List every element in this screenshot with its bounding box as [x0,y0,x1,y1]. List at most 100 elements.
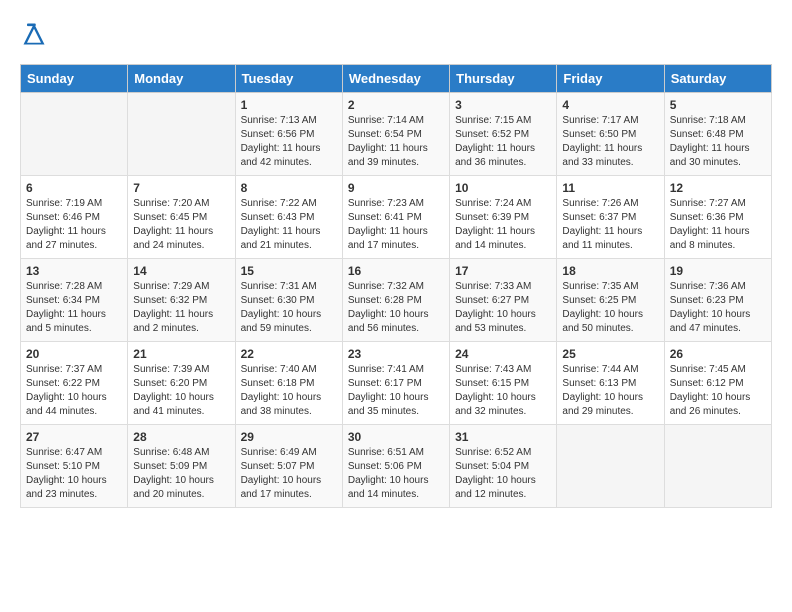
logo [20,20,52,48]
day-number: 25 [562,347,658,361]
calendar-cell: 4Sunrise: 7:17 AM Sunset: 6:50 PM Daylig… [557,93,664,176]
day-info: Sunrise: 7:32 AM Sunset: 6:28 PM Dayligh… [348,280,444,336]
calendar-cell: 11 Sunrise: 7:26 AM Sunset: 6:37 PM Dayli… [557,176,664,259]
day-number: 13 [26,264,122,278]
calendar-cell: 30Sunrise: 6:51 AM Sunset: 5:06 PM Dayli… [342,425,449,508]
calendar-cell: 13 Sunrise: 7:28 AM Sunset: 6:34 PM Dayli… [21,259,128,342]
day-number: 1 [241,98,337,112]
calendar-cell [21,93,128,176]
calendar-cell: 25 Sunrise: 7:44 AM Sunset: 6:13 PM Dayli… [557,342,664,425]
calendar-cell: 6 Sunrise: 7:19 AM Sunset: 6:46 PM Daylig… [21,176,128,259]
day-number: 3 [455,98,551,112]
day-number: 4 [562,98,658,112]
weekday-header: Sunday [21,65,128,93]
day-info: Sunrise: 7:23 AM Sunset: 6:41 PM Dayligh… [348,197,444,253]
day-info: Sunrise: 7:14 AM Sunset: 6:54 PM Dayligh… [348,114,444,170]
day-info: Sunrise: 7:26 AM Sunset: 6:37 PM Dayligh… [562,197,658,253]
weekday-header: Monday [128,65,235,93]
day-info: Sunrise: 7:28 AM Sunset: 6:34 PM Dayligh… [26,280,122,336]
day-info: Sunrise: 7:44 AM Sunset: 6:13 PM Dayligh… [562,363,658,419]
day-number: 23 [348,347,444,361]
day-info: Sunrise: 7:15 AM Sunset: 6:52 PM Dayligh… [455,114,551,170]
day-info: Sunrise: 7:37 AM Sunset: 6:22 PM Dayligh… [26,363,122,419]
day-info: Sunrise: 7:41 AM Sunset: 6:17 PM Dayligh… [348,363,444,419]
calendar-cell: 31 Sunrise: 6:52 AM Sunset: 5:04 PM Dayli… [450,425,557,508]
day-info: Sunrise: 7:20 AM Sunset: 6:45 PM Dayligh… [133,197,229,253]
calendar-cell: 28 Sunrise: 6:48 AM Sunset: 5:09 PM Dayli… [128,425,235,508]
day-info: Sunrise: 7:24 AM Sunset: 6:39 PM Dayligh… [455,197,551,253]
calendar-cell: 5 Sunrise: 7:18 AM Sunset: 6:48 PM Daylig… [664,93,771,176]
calendar-cell: 23 Sunrise: 7:41 AM Sunset: 6:17 PM Dayli… [342,342,449,425]
day-number: 17 [455,264,551,278]
calendar-table: SundayMondayTuesdayWednesdayThursdayFrid… [20,64,772,508]
day-info: Sunrise: 7:33 AM Sunset: 6:27 PM Dayligh… [455,280,551,336]
calendar-cell [557,425,664,508]
calendar-cell: 19 Sunrise: 7:36 AM Sunset: 6:23 PM Dayli… [664,259,771,342]
day-info: Sunrise: 7:45 AM Sunset: 6:12 PM Dayligh… [670,363,766,419]
day-number: 7 [133,181,229,195]
day-info: Sunrise: 7:43 AM Sunset: 6:15 PM Dayligh… [455,363,551,419]
day-info: Sunrise: 7:39 AM Sunset: 6:20 PM Dayligh… [133,363,229,419]
logo-icon [20,20,48,48]
calendar-week-row: 6 Sunrise: 7:19 AM Sunset: 6:46 PM Daylig… [21,176,772,259]
calendar-cell: 15 Sunrise: 7:31 AM Sunset: 6:30 PM Dayli… [235,259,342,342]
calendar-cell: 22Sunrise: 7:40 AM Sunset: 6:18 PM Dayli… [235,342,342,425]
day-info: Sunrise: 7:31 AM Sunset: 6:30 PM Dayligh… [241,280,337,336]
calendar-cell [128,93,235,176]
day-number: 27 [26,430,122,444]
weekday-header: Friday [557,65,664,93]
calendar-cell: 16 Sunrise: 7:32 AM Sunset: 6:28 PM Dayli… [342,259,449,342]
day-number: 19 [670,264,766,278]
day-number: 15 [241,264,337,278]
day-info: Sunrise: 7:22 AM Sunset: 6:43 PM Dayligh… [241,197,337,253]
calendar-cell: 26 Sunrise: 7:45 AM Sunset: 6:12 PM Dayli… [664,342,771,425]
day-info: Sunrise: 6:49 AM Sunset: 5:07 PM Dayligh… [241,446,337,502]
day-number: 29 [241,430,337,444]
day-number: 28 [133,430,229,444]
day-number: 20 [26,347,122,361]
calendar-cell: 2 Sunrise: 7:14 AM Sunset: 6:54 PM Daylig… [342,93,449,176]
calendar-cell: 17 Sunrise: 7:33 AM Sunset: 6:27 PM Dayli… [450,259,557,342]
weekday-header: Saturday [664,65,771,93]
day-number: 16 [348,264,444,278]
day-info: Sunrise: 7:27 AM Sunset: 6:36 PM Dayligh… [670,197,766,253]
calendar-cell: 3 Sunrise: 7:15 AM Sunset: 6:52 PM Daylig… [450,93,557,176]
day-info: Sunrise: 6:47 AM Sunset: 5:10 PM Dayligh… [26,446,122,502]
calendar-cell: 24 Sunrise: 7:43 AM Sunset: 6:15 PM Dayli… [450,342,557,425]
day-number: 31 [455,430,551,444]
day-info: Sunrise: 7:36 AM Sunset: 6:23 PM Dayligh… [670,280,766,336]
day-info: Sunrise: 7:40 AM Sunset: 6:18 PM Dayligh… [241,363,337,419]
day-number: 24 [455,347,551,361]
weekday-header: Tuesday [235,65,342,93]
calendar-cell [664,425,771,508]
day-number: 11 [562,181,658,195]
calendar-cell: 21 Sunrise: 7:39 AM Sunset: 6:20 PM Dayli… [128,342,235,425]
calendar-week-row: 13 Sunrise: 7:28 AM Sunset: 6:34 PM Dayli… [21,259,772,342]
calendar-cell: 9Sunrise: 7:23 AM Sunset: 6:41 PM Daylig… [342,176,449,259]
calendar-cell: 14Sunrise: 7:29 AM Sunset: 6:32 PM Dayli… [128,259,235,342]
day-number: 14 [133,264,229,278]
calendar-cell: 8Sunrise: 7:22 AM Sunset: 6:43 PM Daylig… [235,176,342,259]
calendar-cell: 12Sunrise: 7:27 AM Sunset: 6:36 PM Dayli… [664,176,771,259]
calendar-cell: 27 Sunrise: 6:47 AM Sunset: 5:10 PM Dayli… [21,425,128,508]
weekday-header: Wednesday [342,65,449,93]
day-info: Sunrise: 6:48 AM Sunset: 5:09 PM Dayligh… [133,446,229,502]
calendar-cell: 29 Sunrise: 6:49 AM Sunset: 5:07 PM Dayli… [235,425,342,508]
day-number: 2 [348,98,444,112]
day-number: 6 [26,181,122,195]
page-header [20,20,772,48]
day-info: Sunrise: 7:19 AM Sunset: 6:46 PM Dayligh… [26,197,122,253]
day-info: Sunrise: 6:52 AM Sunset: 5:04 PM Dayligh… [455,446,551,502]
day-number: 21 [133,347,229,361]
calendar-cell: 1Sunrise: 7:13 AM Sunset: 6:56 PM Daylig… [235,93,342,176]
day-info: Sunrise: 7:18 AM Sunset: 6:48 PM Dayligh… [670,114,766,170]
calendar-week-row: 27 Sunrise: 6:47 AM Sunset: 5:10 PM Dayli… [21,425,772,508]
day-number: 26 [670,347,766,361]
day-number: 30 [348,430,444,444]
day-number: 5 [670,98,766,112]
calendar-week-row: 1Sunrise: 7:13 AM Sunset: 6:56 PM Daylig… [21,93,772,176]
calendar-cell: 7 Sunrise: 7:20 AM Sunset: 6:45 PM Daylig… [128,176,235,259]
day-info: Sunrise: 7:35 AM Sunset: 6:25 PM Dayligh… [562,280,658,336]
day-number: 10 [455,181,551,195]
calendar-cell: 18Sunrise: 7:35 AM Sunset: 6:25 PM Dayli… [557,259,664,342]
